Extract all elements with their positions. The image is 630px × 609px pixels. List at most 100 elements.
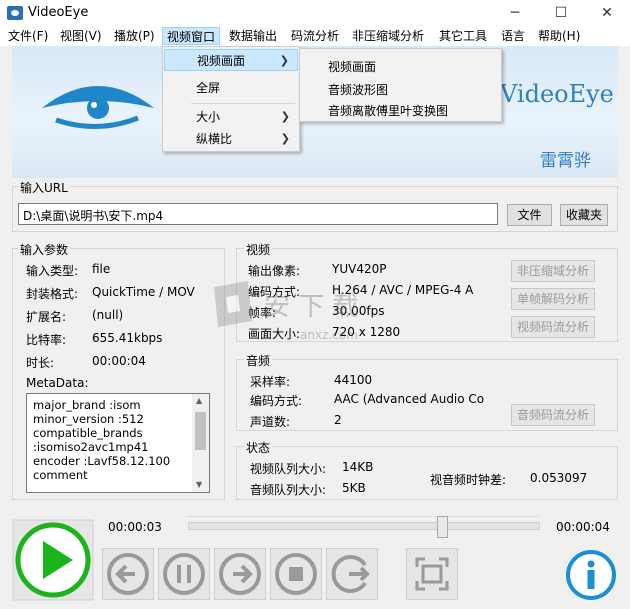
video-queue-value: 14KB (342, 460, 374, 474)
fullscreen-button[interactable] (406, 548, 458, 600)
audio-value: 2 (334, 413, 342, 427)
metadata-line: minor_version :512 (33, 412, 144, 426)
scroll-up-icon[interactable]: ▲ (196, 396, 202, 405)
scrollbar-thumb[interactable] (195, 412, 206, 450)
stop-icon (275, 553, 317, 595)
param-value: 655.41kbps (92, 331, 163, 345)
param-label: 比特率: (26, 333, 67, 347)
brand-subtitle: 雷霄骅 (540, 151, 591, 171)
metadata-line: major_brand :isom (33, 398, 141, 412)
audio-value: 44100 (334, 373, 373, 387)
status-group-title: 状态 (244, 439, 273, 456)
app-icon (7, 6, 23, 20)
metadata-line: comment (33, 468, 88, 482)
maximize-icon[interactable]: ☐ (538, 0, 584, 26)
audio-queue-value: 5KB (342, 481, 366, 495)
audio-stream-analysis-button[interactable]: 音频码流分析 (511, 404, 595, 426)
menu-play[interactable]: 播放(P) (114, 27, 155, 45)
dropdown-item-fullscreen[interactable]: 全屏 (164, 77, 298, 99)
audio-queue-label: 音频队列大小: (250, 483, 327, 497)
seek-forward-button[interactable] (326, 548, 378, 600)
watermark-sub: anxz.com (300, 328, 358, 342)
eye-logo-icon (42, 86, 154, 129)
play-icon[interactable] (12, 519, 94, 601)
chevron-right-icon: ❯ (280, 132, 290, 145)
chevron-right-icon: ❯ (280, 110, 290, 123)
jump-icon (331, 555, 370, 593)
dropdown-item-label: 大小 (196, 110, 221, 124)
chevron-right-icon: ❯ (279, 54, 289, 67)
input-params-group-title: 输入参数 (18, 241, 71, 258)
menu-help[interactable]: 帮助(H) (538, 27, 580, 45)
video-window-dropdown: 视频画面 ❯ 全屏 大小 ❯ 纵横比 ❯ (162, 46, 300, 152)
next-button[interactable] (214, 548, 266, 600)
seek-ticks (188, 512, 540, 517)
audio-label: 声道数: (250, 415, 291, 429)
metadata-line: encoder :Lavf58.12.100 (33, 454, 171, 468)
param-value: QuickTime / MOV (92, 285, 195, 299)
arrow-left-icon (107, 553, 149, 595)
frame-decode-analysis-button[interactable]: 单帧解码分析 (511, 288, 595, 310)
dropdown-item-aspect-ratio[interactable]: 纵横比 ❯ (164, 128, 298, 150)
prev-button[interactable] (102, 548, 154, 600)
total-time: 00:00:04 (556, 520, 610, 534)
submenu-item-audio-dft[interactable]: 音频离散傅里叶变换图 (328, 102, 448, 119)
metadata-label: MetaData: (26, 376, 89, 390)
audio-label: 采样率: (250, 375, 291, 389)
video-frame-submenu: 视频画面 音频波形图 音频离散傅里叶变换图 (299, 48, 502, 122)
video-queue-label: 视频队列大小: (250, 462, 327, 476)
video-stream-analysis-button[interactable]: 视频码流分析 (511, 316, 595, 338)
fullscreen-icon (415, 557, 449, 591)
pause-icon (163, 553, 205, 595)
menu-other-tools[interactable]: 其它工具 (439, 27, 487, 45)
param-label: 时长: (26, 356, 55, 370)
seek-thumb[interactable] (437, 516, 448, 538)
dropdown-item-size[interactable]: 大小 ❯ (164, 106, 298, 128)
info-icon[interactable] (565, 549, 617, 601)
av-diff-label: 视音频时钟差: (430, 473, 507, 487)
brand-text: VideoEye (500, 80, 614, 108)
video-group-title: 视频 (244, 241, 273, 258)
menu-video-window[interactable]: 视频窗口 (162, 27, 221, 45)
audio-group-title: 音频 (244, 352, 273, 369)
menu-stream-analysis[interactable]: 码流分析 (291, 27, 339, 45)
seek-slider[interactable] (188, 522, 540, 530)
scroll-down-icon[interactable]: ▼ (196, 480, 202, 489)
menu-file[interactable]: 文件(F) (8, 27, 48, 45)
param-value: 00:00:04 (92, 354, 146, 368)
av-diff-value: 0.053097 (530, 471, 588, 485)
metadata-scrollbar[interactable]: ▲ ▼ (192, 394, 209, 492)
audio-label: 编码方式: (250, 394, 303, 408)
param-label: 输入类型: (26, 264, 79, 278)
dropdown-item-video-frame[interactable]: 视频画面 ❯ (164, 49, 298, 71)
favorites-button[interactable]: 收藏夹 (560, 204, 608, 226)
param-value: file (92, 262, 111, 276)
metadata-textbox[interactable]: major_brand :isom minor_version :512 com… (26, 393, 210, 493)
close-icon[interactable]: ✕ (584, 0, 630, 26)
arrow-right-icon (219, 553, 261, 595)
video-value: YUV420P (332, 262, 387, 276)
menu-data-output[interactable]: 数据输出 (229, 27, 277, 45)
watermark-logo-icon: 安 下 载 anxz.com (214, 281, 359, 342)
dropdown-item-label: 视频画面 (197, 54, 246, 68)
input-url-group-title: 输入URL (18, 179, 70, 196)
dropdown-item-label: 纵横比 (196, 132, 233, 146)
audio-value: AAC (Advanced Audio Co (334, 392, 485, 406)
submenu-item-video-frame[interactable]: 视频画面 (328, 58, 376, 75)
menu-uncompressed-analysis[interactable]: 非压缩域分析 (352, 27, 424, 45)
param-label: 封装格式: (26, 287, 79, 301)
file-button[interactable]: 文件 (507, 204, 552, 226)
watermark-text: 安 下 载 (264, 292, 359, 322)
uncompressed-analysis-button[interactable]: 非压缩域分析 (511, 260, 595, 282)
minimize-icon[interactable]: ─ (492, 0, 538, 26)
menu-language[interactable]: 语言 (501, 27, 525, 45)
pause-button[interactable] (158, 548, 210, 600)
metadata-line: :isomiso2avc1mp41 (33, 440, 149, 454)
menu-view[interactable]: 视图(V) (60, 27, 102, 45)
submenu-item-audio-waveform[interactable]: 音频波形图 (328, 81, 388, 98)
url-input[interactable]: D:\桌面\说明书\安下.mp4 (18, 203, 498, 225)
current-time: 00:00:03 (108, 520, 162, 534)
stop-button[interactable] (270, 548, 322, 600)
metadata-line: compatible_brands (33, 426, 143, 440)
window-title: VideoEye (28, 5, 89, 20)
